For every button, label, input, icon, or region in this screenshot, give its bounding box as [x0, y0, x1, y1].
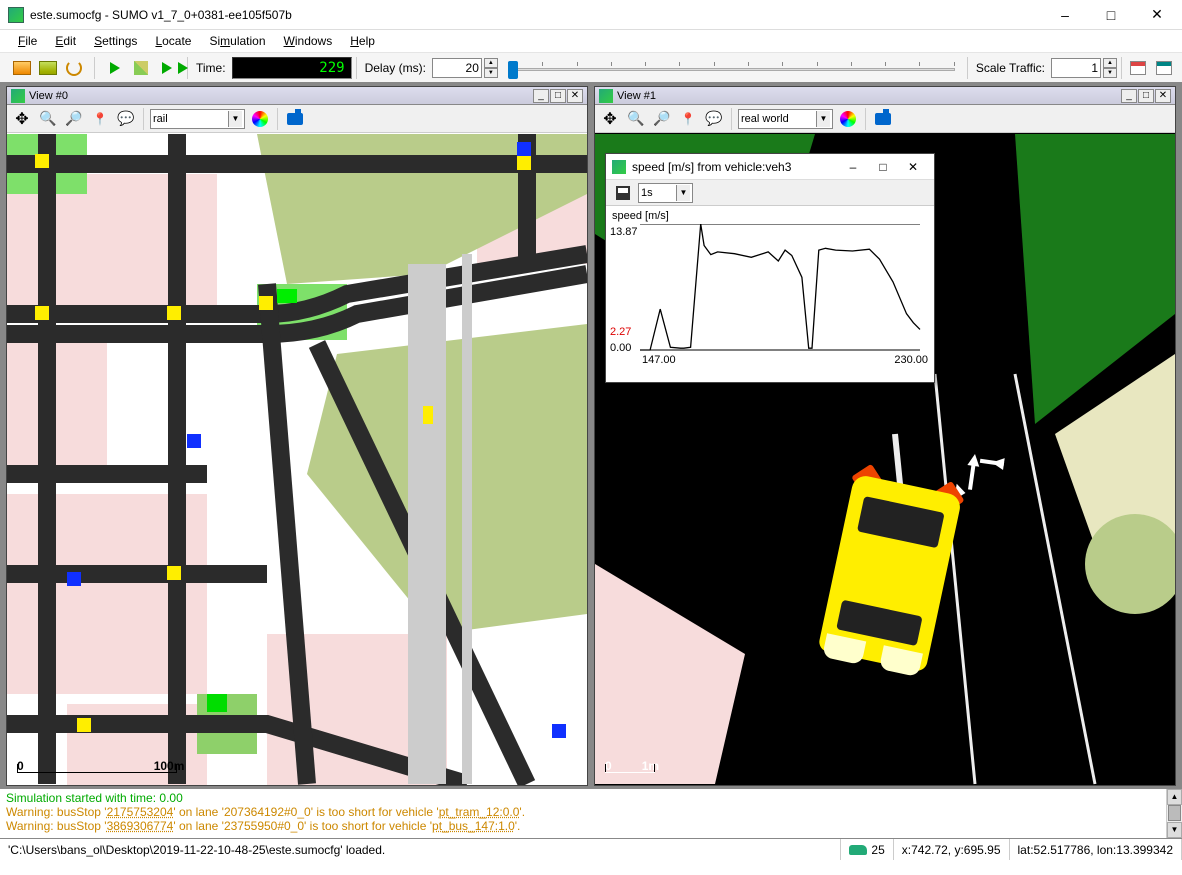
play-fast-button[interactable] [155, 56, 179, 80]
maximize-button[interactable]: □ [1088, 0, 1134, 30]
colorwheel-icon[interactable] [249, 108, 271, 130]
play-button[interactable] [103, 56, 127, 80]
scale-label: Scale Traffic: [972, 61, 1049, 75]
graph-ylabel: speed [m/s] [612, 210, 928, 222]
tooltip-icon[interactable]: 💬 [703, 108, 725, 130]
view-1-max[interactable]: □ [1138, 89, 1154, 103]
speed-graph-window[interactable]: speed [m/s] from vehicle:veh3 – □ ✕ 1s▼ … [605, 153, 935, 383]
open-button[interactable] [10, 56, 34, 80]
tooltip-icon[interactable]: 💬 [115, 108, 137, 130]
open-net-button[interactable] [36, 56, 60, 80]
view-0-close[interactable]: ✕ [567, 89, 583, 103]
statusbar: 'C:\Users\bans_ol\Desktop\2019-11-22-10-… [0, 838, 1182, 860]
log-area[interactable]: Simulation started with time: 0.00 Warni… [0, 788, 1182, 838]
view-1-min[interactable]: _ [1121, 89, 1137, 103]
log-line-2: Warning: busStop '2175753204' on lane '2… [6, 805, 1176, 819]
menu-edit[interactable]: Edit [47, 32, 84, 50]
view-0-window: View #0 _ □ ✕ ✥ 🔍 🔎 📍 💬 rail▼ [6, 86, 588, 786]
chart-svg [640, 224, 930, 352]
map-svg [7, 133, 587, 785]
log-scrollbar[interactable]: ▲▼ [1166, 789, 1182, 838]
busstop-link[interactable]: 2175753204 [107, 805, 174, 819]
log-line-1: Simulation started with time: 0.00 [6, 791, 1176, 805]
minimize-button[interactable]: – [1042, 0, 1088, 30]
popup-min[interactable]: – [838, 156, 868, 178]
titlebar: este.sumocfg - SUMO v1_7_0+0381-ee105f50… [0, 0, 1182, 30]
delay-label: Delay (ms): [361, 61, 430, 75]
delay-input[interactable] [432, 58, 482, 78]
status-xy: x:742.72, y:695.95 [894, 839, 1010, 860]
camera-icon[interactable] [284, 108, 306, 130]
view-1-toolbar: ✥ 🔍 🔎 📍 💬 real world▼ [595, 105, 1175, 133]
log-line-3: Warning: busStop '3869306774' on lane '2… [6, 819, 1176, 833]
zoom-icon[interactable]: 🔍 [625, 108, 647, 130]
view-icon [11, 89, 25, 103]
menu-locate[interactable]: Locate [147, 32, 199, 50]
time-display[interactable]: 229 [232, 57, 352, 79]
vehicle-link[interactable]: pt_tram_12:0.0 [439, 805, 520, 819]
menubar: File Edit Settings Locate Simulation Win… [0, 30, 1182, 52]
calendar-button[interactable] [1126, 56, 1150, 80]
view-1-titlebar[interactable]: View #1 _ □ ✕ [595, 87, 1175, 105]
scheme-combo-0[interactable]: rail▼ [150, 109, 245, 129]
select-icon[interactable]: 🔎 [63, 108, 85, 130]
menu-help[interactable]: Help [342, 32, 383, 50]
scheme-combo-1[interactable]: real world▼ [738, 109, 833, 129]
view-0-canvas[interactable]: 0100m [7, 133, 587, 785]
view-0-toolbar: ✥ 🔍 🔎 📍 💬 rail▼ [7, 105, 587, 133]
scale-spinner[interactable]: ▲▼ [1103, 58, 1117, 78]
view-1-canvas[interactable]: 01m speed [m/s] from vehicle:veh3 – □ ✕ … [595, 133, 1175, 785]
pin-icon[interactable]: 📍 [89, 108, 111, 130]
status-vehicles: 25 [841, 839, 893, 860]
graph-icon [612, 160, 626, 174]
view-1-window: View #1 _ □ ✕ ✥ 🔍 🔎 📍 💬 real world▼ [594, 86, 1176, 786]
time-label: Time: [192, 61, 230, 75]
pin-icon[interactable]: 📍 [677, 108, 699, 130]
status-path: 'C:\Users\bans_ol\Desktop\2019-11-22-10-… [0, 839, 841, 860]
menu-windows[interactable]: Windows [276, 32, 341, 50]
view-0-min[interactable]: _ [533, 89, 549, 103]
step-button[interactable] [129, 56, 153, 80]
menu-settings[interactable]: Settings [86, 32, 145, 50]
busstop-link[interactable]: 3869306774 [107, 819, 174, 833]
colorwheel-icon[interactable] [837, 108, 859, 130]
menu-file[interactable]: File [10, 32, 45, 50]
popup-title: speed [m/s] from vehicle:veh3 [632, 160, 838, 174]
status-latlon: lat:52.517786, lon:13.399342 [1010, 839, 1182, 860]
graph-area: speed [m/s] 13.87 2.27 0.00 147.00 230.0… [606, 206, 934, 382]
delay-slider[interactable] [500, 58, 963, 78]
scale-input[interactable] [1051, 58, 1101, 78]
delay-spinner[interactable]: ▲▼ [484, 58, 498, 78]
select-icon[interactable]: 🔎 [651, 108, 673, 130]
view-0-max[interactable]: □ [550, 89, 566, 103]
camera-icon[interactable] [872, 108, 894, 130]
calendar-alt-button[interactable] [1152, 56, 1176, 80]
view-1-title: View #1 [617, 90, 1120, 102]
scale-bar-1: 01m [605, 770, 655, 773]
mdi-area: View #0 _ □ ✕ ✥ 🔍 🔎 📍 💬 rail▼ [0, 82, 1182, 788]
view-0-title: View #0 [29, 90, 532, 102]
zoom-icon[interactable]: 🔍 [37, 108, 59, 130]
main-toolbar: Time: 229 Delay (ms): ▲▼ Scale Traffic: … [0, 52, 1182, 82]
close-button[interactable]: ✕ [1134, 0, 1180, 30]
pan-icon[interactable]: ✥ [11, 108, 33, 130]
window-title: este.sumocfg - SUMO v1_7_0+0381-ee105f50… [30, 8, 1042, 22]
popup-max[interactable]: □ [868, 156, 898, 178]
reload-button[interactable] [62, 56, 86, 80]
pan-icon[interactable]: ✥ [599, 108, 621, 130]
save-graph-button[interactable] [612, 182, 634, 204]
interval-combo[interactable]: 1s▼ [638, 183, 693, 203]
view-icon [599, 89, 613, 103]
view-1-close[interactable]: ✕ [1155, 89, 1171, 103]
vehicle-link[interactable]: pt_bus_147:1.0 [432, 819, 515, 833]
popup-close[interactable]: ✕ [898, 156, 928, 178]
scale-bar-0: 0100m [17, 770, 177, 773]
car-icon [849, 845, 867, 855]
app-icon [8, 7, 24, 23]
menu-simulation[interactable]: Simulation [201, 32, 273, 50]
view-0-titlebar[interactable]: View #0 _ □ ✕ [7, 87, 587, 105]
